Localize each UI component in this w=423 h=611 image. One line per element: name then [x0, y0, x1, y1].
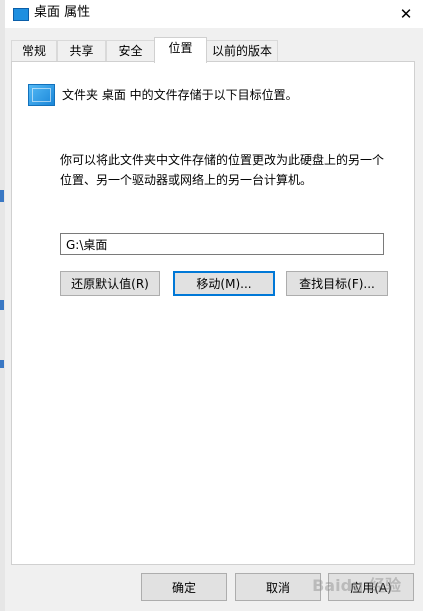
location-header-text: 文件夹 桌面 中的文件存储于以下目标位置。: [62, 88, 298, 102]
background-item-icon: [0, 360, 4, 368]
move-button[interactable]: 移动(M)...: [173, 271, 275, 296]
tab-location[interactable]: 位置: [154, 37, 207, 63]
restore-default-button[interactable]: 还原默认值(R): [60, 271, 160, 296]
location-description-line1: 你可以将此文件夹中文件存储的位置更改为此硬盘上的另一个: [60, 153, 385, 167]
close-button[interactable]: ✕: [389, 0, 423, 28]
watermark: Baidu 经验: [312, 576, 401, 595]
close-icon: ✕: [399, 5, 413, 23]
title-bar: 桌面 属性 ✕: [5, 0, 423, 28]
target-path-input[interactable]: [60, 233, 384, 255]
window-title: 桌面 属性: [34, 5, 91, 20]
find-target-button[interactable]: 查找目标(F)...: [286, 271, 388, 296]
tab-security[interactable]: 安全: [106, 40, 155, 61]
cancel-button[interactable]: 取消: [235, 573, 321, 601]
tab-label: 共享: [69, 44, 94, 58]
tab-label: 以前的版本: [211, 44, 272, 58]
location-description-line2: 位置、另一个驱动器或网络上的另一台计算机。: [60, 173, 313, 187]
tab-label: 安全: [118, 44, 143, 58]
folder-icon: [28, 84, 55, 106]
tab-label: 常规: [21, 44, 46, 58]
tab-general[interactable]: 常规: [11, 40, 57, 61]
location-tab-panel: 文件夹 桌面 中的文件存储于以下目标位置。 你可以将此文件夹中文件存储的位置更改…: [11, 61, 415, 565]
background-item-icon: [0, 300, 4, 310]
tab-previous-versions[interactable]: 以前的版本: [206, 40, 278, 61]
ok-button[interactable]: 确定: [141, 573, 227, 601]
background-item-icon: [0, 190, 4, 202]
properties-dialog: 桌面 属性 ✕ 常规 共享 安全 位置 以前的版本 文件夹 桌面 中的文件存储于…: [5, 0, 423, 611]
tab-label: 位置: [168, 41, 193, 55]
tab-sharing[interactable]: 共享: [57, 40, 106, 61]
folder-icon: [13, 8, 29, 21]
